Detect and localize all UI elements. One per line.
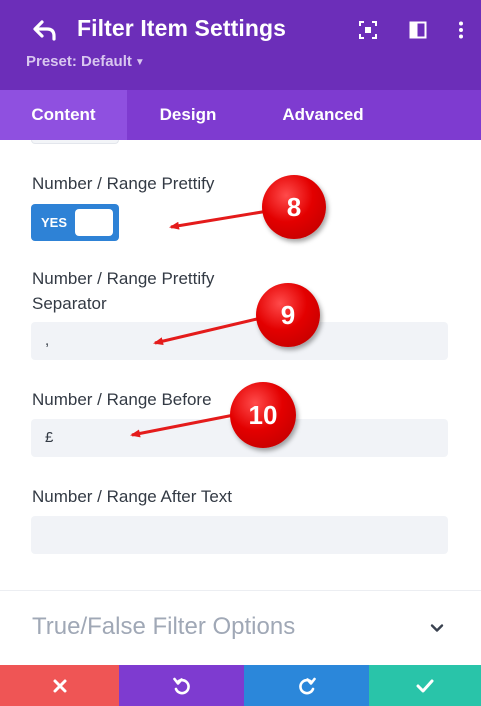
true-false-section-title[interactable]: True/False Filter Options — [32, 613, 295, 641]
caret-down-icon: ▼ — [134, 57, 145, 68]
arrow-8 — [169, 209, 269, 230]
redo-button[interactable] — [244, 665, 369, 706]
preset-label: Preset: Default — [26, 53, 132, 70]
prettify-label: Number / Range Prettify — [32, 174, 215, 193]
discard-button[interactable] — [0, 665, 119, 706]
page-title: Filter Item Settings — [77, 15, 287, 41]
before-text-label: Number / Range Before — [32, 390, 212, 409]
settings-header: Filter Item Settings Preset: Default ▼ — [0, 0, 481, 90]
separator-input[interactable]: , — [31, 322, 448, 360]
separator-label-line2: Separator — [32, 294, 107, 313]
more-icon[interactable] — [452, 21, 470, 39]
prettify-toggle[interactable]: YES — [31, 204, 119, 241]
after-text-label: Number / Range After Text — [32, 487, 233, 506]
callout-10: 10 — [230, 382, 296, 448]
close-icon — [53, 679, 66, 692]
undo-button[interactable] — [119, 665, 244, 706]
after-text-input[interactable] — [31, 516, 448, 554]
toggle-yes-text: YES — [41, 215, 68, 230]
tab-content[interactable]: Content — [0, 90, 127, 140]
settings-tabs: Content Design Advanced — [0, 90, 481, 140]
tab-advanced[interactable]: Advanced — [249, 90, 397, 140]
action-bar — [0, 665, 481, 706]
toggle-knob — [75, 209, 113, 236]
tab-design[interactable]: Design — [127, 90, 249, 140]
undo-icon — [172, 677, 190, 694]
callout-8: 8 — [262, 175, 326, 239]
section-divider — [0, 590, 481, 591]
chevron-down-icon[interactable] — [429, 620, 445, 636]
check-icon — [416, 679, 434, 692]
separator-label-line1: Number / Range Prettify — [32, 269, 215, 288]
callout-9: 9 — [256, 283, 320, 347]
redo-icon — [298, 677, 316, 694]
preset-dropdown[interactable]: Preset: Default ▼ — [26, 53, 145, 70]
back-icon[interactable] — [32, 17, 58, 43]
focus-icon[interactable] — [359, 21, 377, 39]
previous-field-input[interactable] — [31, 140, 119, 144]
save-button[interactable] — [369, 665, 481, 706]
settings-content[interactable]: Number / Range Prettify YES Number / Ran… — [0, 140, 481, 665]
sidebar-layout-icon[interactable] — [409, 21, 427, 39]
